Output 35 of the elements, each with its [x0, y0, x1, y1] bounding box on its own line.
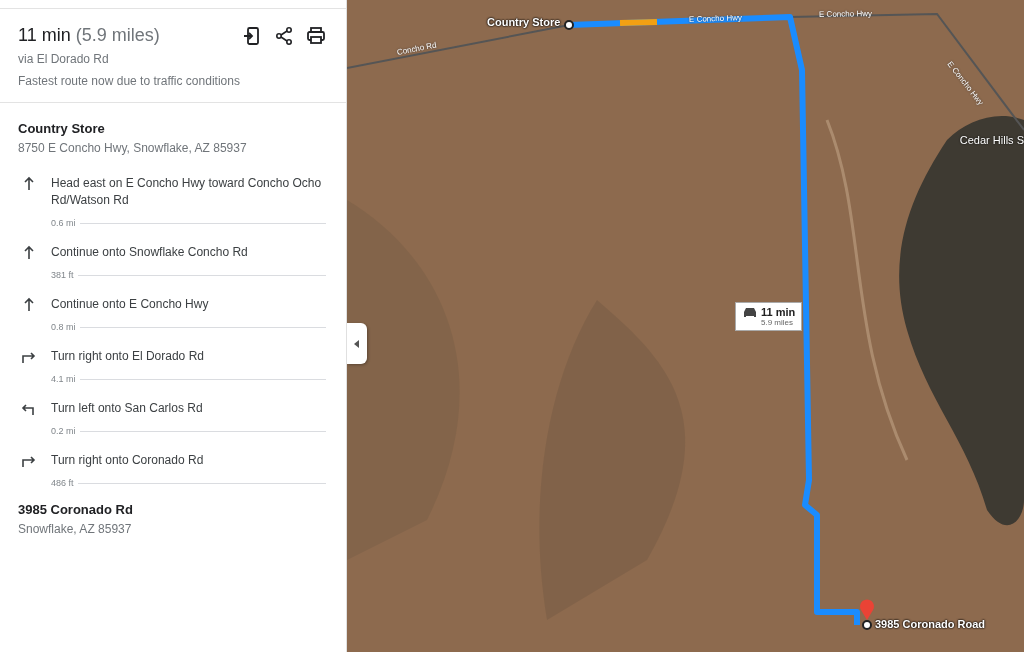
collapse-panel-button[interactable] [347, 323, 367, 364]
step-instruction[interactable]: Turn left onto San Carlos Rd [51, 400, 326, 417]
origin-address: 8750 E Concho Hwy, Snowflake, AZ 85937 [18, 141, 248, 155]
route-via: via El Dorado Rd [18, 52, 110, 66]
origin-label: Country Store [487, 16, 561, 28]
step-instruction[interactable]: Continue onto E Concho Hwy [51, 296, 326, 313]
step-distance: 0.6 mi [51, 218, 76, 228]
send-to-phone-button[interactable] [242, 25, 262, 46]
route-summary: 11 min (5.9 miles) [18, 25, 161, 46]
destination-label: 3985 Coronado Road [875, 618, 986, 630]
step-distance: 0.2 mi [51, 426, 76, 436]
origin-name: Country Store [18, 121, 106, 136]
share-button[interactable] [274, 25, 294, 46]
step-distance: 4.1 mi [51, 374, 76, 384]
step-distance: 381 ft [51, 270, 74, 280]
route-note: Fastest route now due to traffic conditions [18, 74, 241, 88]
traffic-segment [619, 19, 658, 26]
road-label: E Concho Hwy [818, 9, 872, 19]
route-time-badge[interactable]: 11 min 5.9 miles [735, 302, 803, 331]
step-distance: 486 ft [51, 478, 74, 488]
step-instruction[interactable]: Turn right onto El Dorado Rd [51, 348, 326, 365]
road-label: E Concho Hwy [688, 13, 743, 24]
destination-name: 3985 Coronado Rd [18, 502, 134, 517]
collapse-caret-icon [354, 339, 360, 348]
car-icon [742, 306, 758, 318]
step-distance: 0.8 mi [51, 322, 76, 332]
origin-marker[interactable] [564, 20, 574, 30]
place-label: Cedar Hills S [959, 134, 1024, 146]
print-button[interactable] [306, 25, 326, 46]
step-instruction[interactable]: Continue onto Snowflake Concho Rd [51, 244, 326, 261]
road-label: Concho Rd [396, 40, 438, 57]
destination-marker [862, 620, 872, 630]
step-instruction[interactable]: Turn right onto Coronado Rd [51, 452, 326, 469]
destination-address: Snowflake, AZ 85937 [18, 522, 133, 536]
step-instruction[interactable]: Head east on E Concho Hwy toward Concho Ocho Rd/Watson Rd [51, 175, 326, 209]
